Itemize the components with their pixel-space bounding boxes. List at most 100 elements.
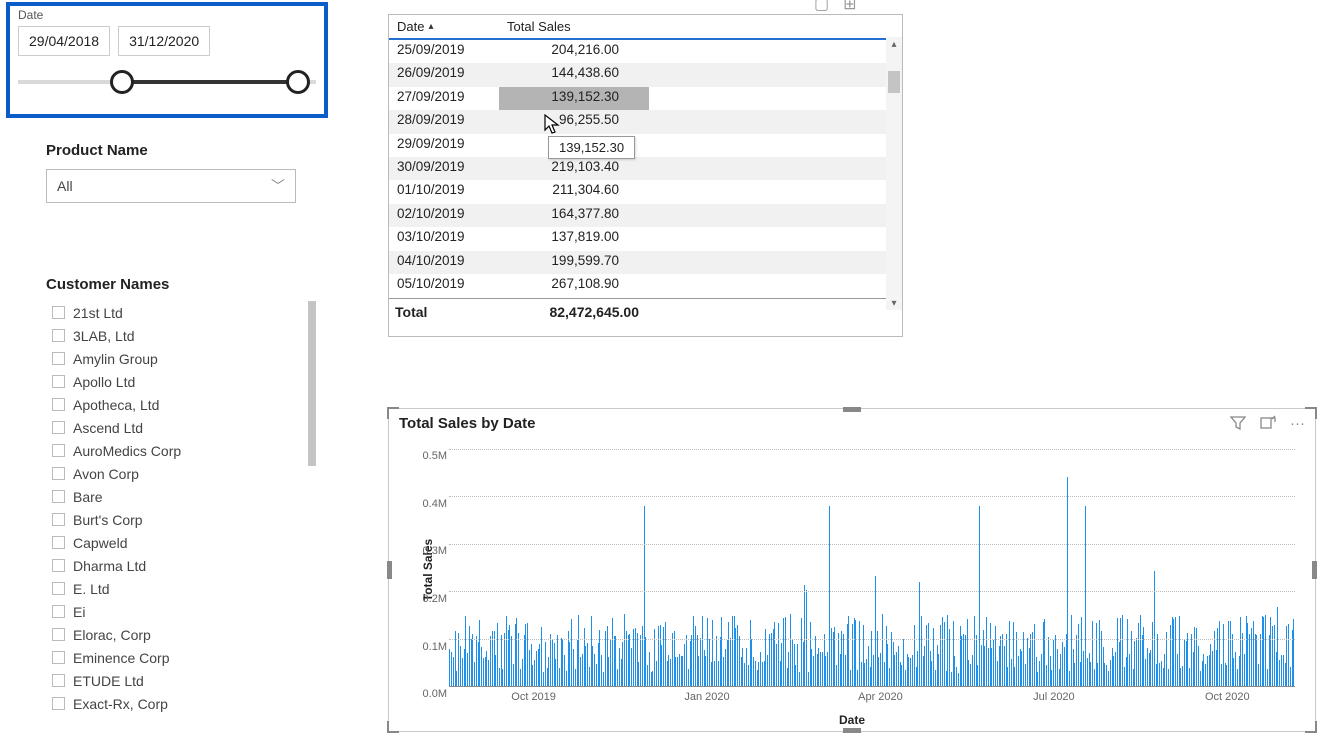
table-row[interactable]: 28/09/201996,255.50 [389,110,902,133]
date-slicer-title: Date [18,8,316,22]
checkbox-icon[interactable] [52,329,65,342]
cell-sales: 219,103.40 [499,157,649,180]
chart-bars [449,449,1295,686]
date-slider-track[interactable] [18,80,316,84]
more-options-icon[interactable]: ··· [1290,415,1305,435]
cell-sales: 199,599.70 [499,251,649,274]
resize-handle-top[interactable] [843,407,861,412]
table-header-sales[interactable]: Total Sales [499,15,649,38]
customer-checkbox-item[interactable]: Capweld [46,531,316,554]
table-row[interactable]: 03/10/2019137,819.00 [389,227,902,250]
checkbox-icon[interactable] [52,421,65,434]
product-name-value: All [57,178,73,194]
table-row[interactable]: 26/09/2019144,438.60 [389,63,902,86]
customer-checkbox-item[interactable]: Bare [46,485,316,508]
checkbox-icon[interactable] [52,444,65,457]
customer-checkbox-item[interactable]: 21st Ltd [46,301,316,324]
y-tick-label: 0.4M [423,498,447,510]
customer-checkbox-item[interactable]: AuroMedics Corp [46,439,316,462]
focus-icon[interactable]: ⊞ [843,0,856,14]
gridline [449,686,1295,687]
resize-handle-tl[interactable] [387,407,399,419]
date-slider-handle-end[interactable] [286,70,310,94]
resize-handle-right[interactable] [1312,561,1317,579]
total-sales-chart[interactable]: Total Sales by Date ··· Total Sales Date… [388,408,1316,732]
customer-checkbox-item[interactable]: Elorac, Corp [46,623,316,646]
resize-handle-left[interactable] [387,561,392,579]
customer-names-list[interactable]: 21st Ltd3LAB, LtdAmylin GroupApollo LtdA… [46,301,316,721]
date-to-input[interactable]: 31/12/2020 [118,26,210,56]
customer-checkbox-item[interactable]: Ei [46,600,316,623]
customer-checkbox-item[interactable]: 3LAB, Ltd [46,324,316,347]
product-name-dropdown[interactable]: All ﹀ [46,169,296,203]
checkbox-icon[interactable] [52,674,65,687]
table-header: Date ▴ Total Sales [389,15,902,40]
scroll-up-icon[interactable]: ▴ [886,37,902,51]
table-header-date[interactable]: Date ▴ [389,15,499,38]
checkbox-icon[interactable] [52,352,65,365]
checkbox-icon[interactable] [52,559,65,572]
sales-table[interactable]: Date ▴ Total Sales 25/09/2019204,216.002… [388,14,903,337]
checkbox-icon[interactable] [52,697,65,710]
resize-handle-bottom[interactable] [843,728,861,733]
resize-handle-br[interactable] [1305,721,1317,733]
customer-checkbox-item[interactable]: Exact-Rx, Corp [46,692,316,715]
table-row[interactable]: 05/10/2019267,108.90 [389,274,902,297]
focus-mode-icon[interactable] [1260,415,1276,435]
x-tick-label: Oct 2019 [511,691,556,703]
checkbox-icon[interactable] [52,490,65,503]
checkbox-icon[interactable] [52,651,65,664]
checkbox-icon[interactable] [52,306,65,319]
cell-sales: 267,108.90 [499,274,649,297]
cell-date: 04/10/2019 [389,251,499,274]
customer-checkbox-item[interactable]: Dharma Ltd [46,554,316,577]
customer-checkbox-item[interactable]: Eminence Corp [46,646,316,669]
customer-checkbox-item[interactable]: ETUDE Ltd [46,669,316,692]
checkbox-icon[interactable] [52,398,65,411]
date-slicer[interactable]: Date 29/04/2018 31/12/2020 [6,2,328,118]
cell-sales: 144,438.60 [499,63,649,86]
checkbox-icon[interactable] [52,605,65,618]
table-row[interactable]: 01/10/2019211,304.60 [389,180,902,203]
customer-name-label: Ei [73,604,85,620]
customer-names-slicer: Customer Names 21st Ltd3LAB, LtdAmylin G… [46,276,316,726]
table-row[interactable]: 02/10/2019164,377.80 [389,204,902,227]
table-row[interactable]: 04/10/2019199,599.70 [389,251,902,274]
cell-sales: 137,819.00 [499,227,649,250]
y-tick-label: 0.2M [423,593,447,605]
customer-checkbox-item[interactable]: E. Ltd [46,577,316,600]
chart-bar[interactable] [1067,477,1068,686]
checkbox-icon[interactable] [52,375,65,388]
checkbox-icon[interactable] [52,582,65,595]
table-row[interactable]: 29/09/201990,000.10 [389,134,902,157]
customer-checkbox-item[interactable]: Burt's Corp [46,508,316,531]
table-row[interactable]: 25/09/2019204,216.00 [389,40,902,63]
resize-handle-tr[interactable] [1305,407,1317,419]
table-row[interactable]: 30/09/2019219,103.40 [389,157,902,180]
customer-checkbox-item[interactable]: Apollo Ltd [46,370,316,393]
x-tick-label: Jan 2020 [684,691,729,703]
checkbox-icon[interactable] [52,467,65,480]
customer-name-label: AuroMedics Corp [73,443,181,459]
chart-x-ticks: Oct 2019Jan 2020Apr 2020Jul 2020Oct 2020 [449,691,1295,707]
scroll-down-icon[interactable]: ▾ [886,296,902,310]
checkbox-icon[interactable] [52,628,65,641]
date-from-input[interactable]: 29/04/2018 [18,26,110,56]
customer-checkbox-item[interactable]: Apotheca, Ltd [46,393,316,416]
table-body: 25/09/2019204,216.0026/09/2019144,438.60… [389,40,902,298]
date-slider-handle-start[interactable] [110,70,134,94]
filter-icon[interactable] [1230,415,1246,435]
customer-list-scrollbar[interactable] [308,301,316,466]
table-row[interactable]: 27/09/2019139,152.30 [389,87,902,110]
filter-icon[interactable]: ▢ [814,0,829,14]
resize-handle-bl[interactable] [387,721,399,733]
customer-checkbox-item[interactable]: Amylin Group [46,347,316,370]
customer-name-label: ETUDE Ltd [73,673,144,689]
customer-names-label: Customer Names [46,276,316,293]
customer-checkbox-item[interactable]: Ascend Ltd [46,416,316,439]
scroll-thumb[interactable] [888,71,900,93]
checkbox-icon[interactable] [52,536,65,549]
customer-checkbox-item[interactable]: Avon Corp [46,462,316,485]
table-scrollbar[interactable]: ▴ ▾ [886,37,902,310]
checkbox-icon[interactable] [52,513,65,526]
